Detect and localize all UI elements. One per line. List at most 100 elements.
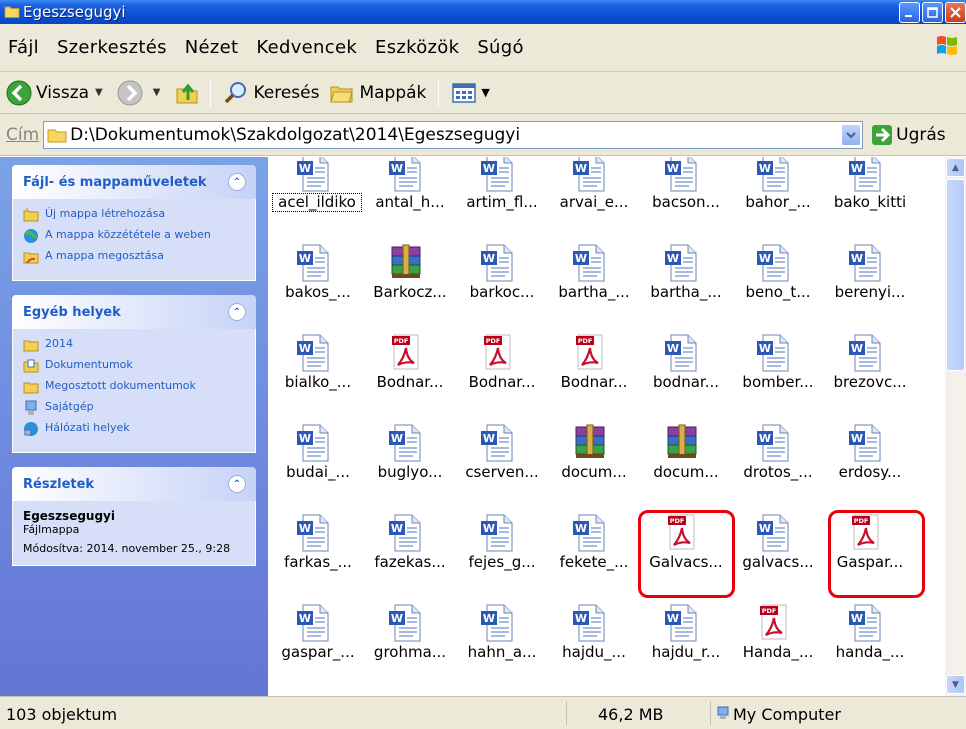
file-item[interactable]: Wfazekas... [362,513,454,603]
highlight-frame [828,510,925,598]
place-network[interactable]: Hálózati helyek [23,421,245,437]
word-document-icon: W [754,243,794,283]
task-share-folder[interactable]: A mappa megosztása [23,249,245,265]
file-item[interactable]: docum... [546,423,638,513]
task-publish-web[interactable]: A mappa közzététele a weben [23,228,245,244]
file-item[interactable]: Wbahor_... [730,157,822,243]
svg-text:PDF: PDF [762,607,777,615]
file-item[interactable]: PDF Bodnar... [546,333,638,423]
menu-bar: Fájl Szerkesztés Nézet Kedvencek Eszközö… [0,24,966,72]
file-item[interactable]: Wbeno_t... [730,243,822,333]
file-item[interactable]: Wbakos_... [270,243,362,333]
file-name: berenyi... [834,283,906,301]
file-item[interactable]: Whahn_a... [454,603,546,693]
forward-button[interactable]: ▼ [117,80,169,106]
file-item[interactable]: Wbuglyo... [362,423,454,513]
details-modified: Módosítva: 2014. november 25., 9:28 [23,542,231,555]
scroll-thumb[interactable] [946,179,965,371]
forward-dropdown-icon[interactable]: ▼ [153,87,161,98]
menu-view[interactable]: Nézet [185,37,239,58]
place-2014[interactable]: 2014 [23,337,245,353]
address-input[interactable]: D:\Dokumentumok\Szakdolgozat\2014\Egeszs… [43,120,864,149]
file-item[interactable]: docum... [638,423,730,513]
file-name: acel_ildiko [272,193,362,212]
file-item[interactable]: Wartim_fl... [454,157,546,243]
file-item[interactable]: Wbartha_... [638,243,730,333]
word-document-icon: W [570,243,610,283]
back-button[interactable]: Vissza ▼ [6,80,111,106]
file-item[interactable]: Wbudai_... [270,423,362,513]
place-my-computer[interactable]: Sajátgép [23,400,245,416]
file-item[interactable]: Whajdu_... [546,603,638,693]
collapse-icon[interactable]: ⌃ [228,173,246,191]
file-item[interactable]: PDF Bodnar... [362,333,454,423]
address-dropdown-button[interactable] [841,123,862,146]
file-item[interactable]: Whanda_... [822,603,914,693]
maximize-button[interactable] [922,2,943,23]
file-item[interactable]: Wgaspar_... [270,603,362,693]
menu-tools[interactable]: Eszközök [375,37,459,58]
file-item[interactable]: Wcserven... [454,423,546,513]
place-shared-documents[interactable]: Megosztott dokumentumok [23,379,245,395]
file-item[interactable]: Wbodnar... [638,333,730,423]
file-name: handa_... [835,643,905,661]
share-folder-icon [23,252,39,264]
file-name: buglyo... [377,463,443,481]
minimize-button[interactable] [899,2,920,23]
up-folder-icon [176,83,198,103]
file-item[interactable]: Wberenyi... [822,243,914,333]
views-button[interactable]: ▼ [451,82,490,104]
file-item[interactable]: Wbialko_... [270,333,362,423]
close-button[interactable] [945,2,966,23]
file-name: grohma... [373,643,447,661]
go-button[interactable]: Ugrás [871,124,946,146]
collapse-icon[interactable]: ⌃ [228,475,246,493]
file-item[interactable]: Warvai_e... [546,157,638,243]
file-item[interactable]: Wbartha_... [546,243,638,333]
folders-button[interactable]: Mappák [329,80,426,106]
scroll-up-button[interactable]: ▲ [946,158,965,177]
file-item[interactable]: Wbrezovc... [822,333,914,423]
file-item[interactable]: Barkocz... [362,243,454,333]
file-item[interactable]: Wfejes_g... [454,513,546,603]
file-item[interactable]: Whajdu_r... [638,603,730,693]
back-dropdown-icon[interactable]: ▼ [95,87,103,98]
file-item[interactable]: Wgrohma... [362,603,454,693]
file-item[interactable]: Wantal_h... [362,157,454,243]
file-item[interactable]: Wgalvacs... [730,513,822,603]
menu-edit[interactable]: Szerkesztés [57,37,167,58]
panel-header[interactable]: Egyéb helyek ⌃ [12,295,256,329]
toolbar-separator [438,78,440,107]
svg-text:W: W [391,162,403,175]
search-button[interactable]: Keresés [223,80,319,106]
up-folder-button[interactable] [174,80,204,106]
file-item[interactable]: Wdrotos_... [730,423,822,513]
file-item[interactable]: Wbarkoc... [454,243,546,333]
scroll-down-button[interactable]: ▼ [946,675,965,694]
panel-header[interactable]: Részletek ⌃ [12,467,256,501]
file-item[interactable]: PDF Handa_... [730,603,822,693]
file-item[interactable]: PDF Bodnar... [454,333,546,423]
vertical-scrollbar[interactable]: ▲ ▼ [945,157,966,696]
file-item[interactable]: Wfarkas_... [270,513,362,603]
file-item[interactable]: Werdosy... [822,423,914,513]
word-document-icon: W [662,603,702,643]
place-documents[interactable]: Dokumentumok [23,358,245,374]
collapse-icon[interactable]: ⌃ [228,303,246,321]
file-item[interactable]: Wbacson... [638,157,730,243]
other-places-panel: Egyéb helyek ⌃ 2014 Dokumentumok Megoszt… [12,295,256,453]
svg-text:W: W [483,162,495,175]
menu-favorites[interactable]: Kedvencek [256,37,357,58]
panel-header[interactable]: Fájl- és mappaműveletek ⌃ [12,165,256,199]
word-document-icon: W [662,157,702,193]
task-new-folder[interactable]: Új mappa létrehozása [23,207,245,223]
svg-text:W: W [391,432,403,445]
file-item[interactable]: Wbomber... [730,333,822,423]
views-dropdown-icon[interactable]: ▼ [481,86,489,99]
file-item[interactable]: Wacel_ildiko [270,157,362,243]
menu-help[interactable]: Súgó [477,37,523,58]
svg-text:PDF: PDF [394,337,409,345]
file-item[interactable]: Wbako_kitti [822,157,914,243]
menu-file[interactable]: Fájl [8,37,39,58]
file-item[interactable]: Wfekete_... [546,513,638,603]
